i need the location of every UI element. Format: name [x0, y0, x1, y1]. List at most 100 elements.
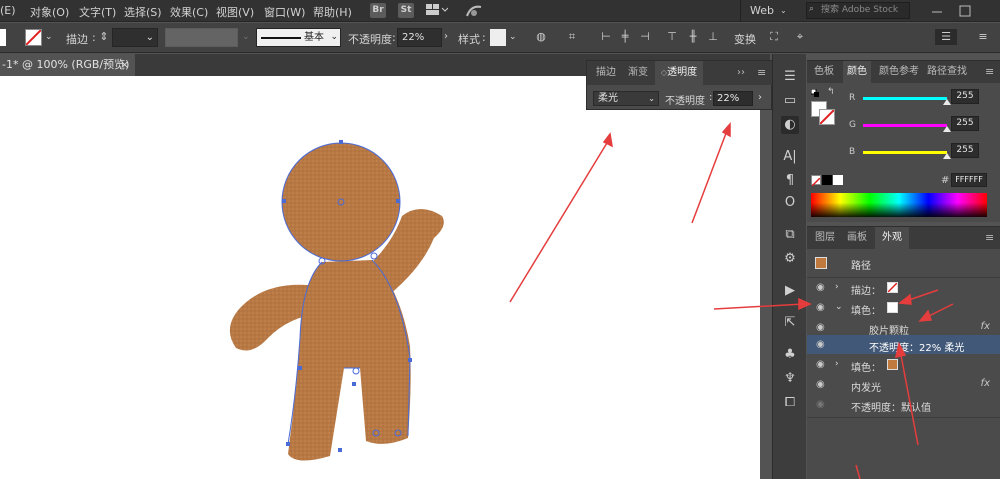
gingerbread-figure[interactable]	[229, 143, 444, 461]
search-icon: ⌕	[809, 4, 815, 14]
menu-divider	[740, 0, 741, 22]
object-thumbnail	[815, 257, 827, 269]
swap-colors-icon[interactable]: ↰	[827, 87, 835, 97]
menu-object[interactable]: 对象(O)	[30, 4, 69, 20]
fill-swatch[interactable]	[0, 29, 6, 46]
align-bottom-icon[interactable]: ⊥	[705, 29, 721, 45]
black-color-swatch[interactable]	[822, 175, 832, 185]
align-middle-icon[interactable]: ╫	[685, 29, 701, 45]
variable-width-profile[interactable]	[165, 28, 238, 47]
menu-type[interactable]: 文字(T)	[79, 4, 116, 20]
hex-input[interactable]: FFFFFF	[951, 173, 987, 187]
document-tab[interactable]: -1* @ 100% (RGB/预览) ×	[0, 54, 135, 76]
transform-link[interactable]: 变换	[734, 31, 756, 47]
align-right-icon[interactable]: ⊣	[637, 29, 653, 45]
arrange-documents-icon[interactable]	[426, 4, 449, 16]
opacity-input[interactable]: 22%	[397, 28, 442, 47]
menu-select[interactable]: 选择(S)	[124, 4, 162, 20]
opentype-icon[interactable]: O	[781, 194, 799, 212]
isolate-icon[interactable]: ⛶	[766, 29, 782, 45]
chevron-down-icon[interactable]: ⌄	[780, 6, 788, 15]
artboard-canvas[interactable]	[0, 76, 760, 479]
hex-hash: #	[941, 175, 950, 186]
g-slider[interactable]	[863, 124, 947, 127]
graphic-style-swatch[interactable]	[490, 29, 506, 46]
tab-gradient[interactable]: 渐变	[623, 61, 653, 85]
brush-definition-select[interactable]: 基本 ⌄	[256, 28, 341, 47]
stock-search-input[interactable]: 搜索 Adobe Stock	[806, 2, 910, 19]
stroke-proxy[interactable]	[819, 109, 835, 125]
tab-appearance[interactable]: 外观	[875, 227, 909, 249]
libraries-icon[interactable]: ⧉	[781, 226, 799, 244]
menu-effect[interactable]: 效果(C)	[170, 4, 208, 20]
tab-layers[interactable]: 图层	[811, 227, 839, 249]
paragraph-icon[interactable]: ¶	[781, 172, 799, 190]
gpu-performance-icon[interactable]	[465, 3, 483, 19]
menu-window[interactable]: 窗口(W)	[264, 4, 305, 20]
chevron-right-icon[interactable]: ›	[444, 31, 448, 42]
collapse-icon[interactable]: ››	[737, 67, 745, 78]
maximize-icon[interactable]	[958, 4, 972, 18]
close-icon[interactable]: ×	[120, 54, 129, 76]
default-colors-icon[interactable]	[810, 87, 819, 97]
r-slider[interactable]	[863, 97, 947, 100]
puppet-warp-icon[interactable]: ⌖	[792, 29, 808, 45]
panel-menu-icon[interactable]: ☰	[935, 29, 957, 45]
transparency-panel: 描边 渐变 ◇透明度 ›› ≡ 柔光 ⌄ 不透明度 : 22% ›	[586, 60, 773, 110]
chevron-down-icon[interactable]: ⌄	[45, 32, 53, 42]
minimize-icon[interactable]	[930, 4, 944, 18]
recolor-artwork-icon[interactable]: ◍	[533, 29, 549, 45]
gradient-panel-icon[interactable]: ▭	[781, 92, 799, 110]
white-color-swatch[interactable]	[833, 175, 843, 185]
align-top-icon[interactable]: ⊤	[664, 29, 680, 45]
b-slider[interactable]	[863, 151, 947, 154]
r-slider-thumb[interactable]	[943, 99, 951, 105]
tab-color[interactable]: 颜色	[843, 61, 871, 83]
panel-menu-icon[interactable]: ≡	[985, 65, 994, 78]
menu-view[interactable]: 视图(V)	[216, 4, 254, 20]
chevron-right-icon[interactable]: ›	[758, 92, 762, 103]
stroke-line-preview	[261, 37, 301, 39]
panel-menu-icon[interactable]: ≡	[985, 231, 994, 244]
tab-swatches[interactable]: 色板	[811, 61, 837, 83]
bridge-button[interactable]: Br	[370, 3, 386, 18]
align-to-icon[interactable]: ⌗	[564, 29, 580, 45]
color-spectrum[interactable]	[811, 193, 987, 217]
menu-help[interactable]: 帮助(H)	[313, 4, 352, 20]
none-color-swatch[interactable]	[811, 175, 821, 187]
properties-icon[interactable]: ☰	[781, 68, 799, 86]
menu-lines-icon[interactable]: ≡	[975, 29, 991, 45]
b-slider-thumb[interactable]	[943, 153, 951, 159]
align-left-icon[interactable]: ⊢	[598, 29, 614, 45]
r-value-input[interactable]: 255	[951, 89, 979, 104]
stroke-weight-field[interactable]: ⌄	[112, 28, 158, 47]
align-center-icon[interactable]: ╪	[617, 29, 633, 45]
panel-menu-icon[interactable]: ≡	[757, 66, 766, 79]
tab-artboards[interactable]: 画板	[843, 227, 871, 249]
menu-bar: (E) 对象(O) 文字(T) 选择(S) 效果(C) 视图(V) 窗口(W) …	[0, 0, 1000, 22]
b-value-input[interactable]: 255	[951, 143, 979, 158]
stroke-stepper-icon[interactable]: ⇕	[96, 29, 112, 45]
r-label: R	[849, 93, 856, 103]
tab-pathfinder[interactable]: 路径查找	[925, 61, 969, 83]
stroke-swatch[interactable]	[25, 29, 42, 46]
character-icon[interactable]: A|	[781, 148, 799, 166]
opacity-label: 不透明度	[665, 96, 705, 107]
chevron-down-icon: ⌄	[330, 32, 338, 42]
g-slider-thumb[interactable]	[943, 126, 951, 132]
tab-transparency[interactable]: ◇透明度	[655, 61, 703, 85]
transparency-panel-icon[interactable]: ◐	[781, 116, 799, 134]
g-value-input[interactable]: 255	[951, 116, 979, 131]
tab-stroke[interactable]: 描边	[591, 61, 621, 85]
opacity-input[interactable]: 22%	[713, 91, 753, 106]
head	[282, 143, 400, 261]
opacity-label[interactable]: 不透明度	[348, 31, 392, 47]
tab-color-guide[interactable]: 颜色参考	[877, 61, 921, 83]
chevron-down-icon[interactable]: ⌄	[509, 32, 517, 42]
stock-button[interactable]: St	[398, 3, 414, 18]
blend-mode-select[interactable]: 柔光 ⌄	[593, 91, 659, 106]
symbols-settings-icon[interactable]: ⚙	[781, 250, 799, 268]
workspace-switcher[interactable]: Web	[750, 4, 774, 17]
chevron-down-icon[interactable]: ⌄	[242, 32, 250, 42]
menu-edit[interactable]: (E)	[0, 4, 16, 17]
